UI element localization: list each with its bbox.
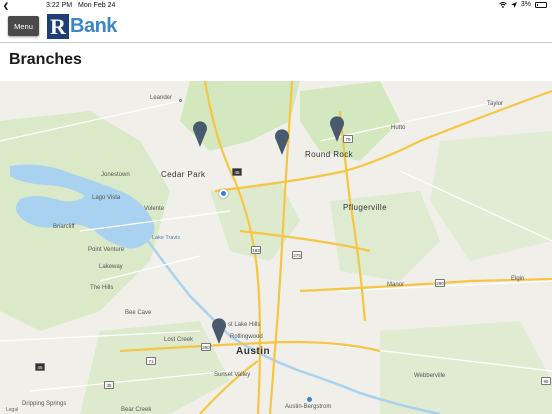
- route-shield-275: 275: [292, 251, 302, 259]
- map-label-leander: Leander: [150, 95, 173, 101]
- branch-pin-austin[interactable]: [211, 318, 227, 344]
- branch-pin-round-rock[interactable]: [329, 116, 345, 142]
- branches-map[interactable]: Leander Taylor Hutto Cedar Park Round Ro…: [0, 81, 552, 414]
- map-label-elgin: Elgin: [511, 276, 525, 282]
- current-location-dot: [219, 189, 228, 198]
- map-label-taylor: Taylor: [487, 101, 504, 107]
- branch-pin-north-austin[interactable]: [274, 129, 290, 155]
- route-shield-71: 71: [146, 357, 156, 365]
- map-label-pflugerville: Pflugerville: [343, 203, 387, 212]
- app-header: Menu R Bank: [0, 12, 552, 43]
- map-label-round-rock: Round Rock: [305, 150, 354, 159]
- status-time: 3:22 PM: [46, 2, 73, 9]
- map-label-bear-creek: Bear Creek: [121, 407, 152, 413]
- route-shield-290-east: 290: [435, 279, 445, 287]
- map-label-lakeway: Lakeway: [99, 264, 123, 270]
- map-label-point-venture: Point Venture: [88, 247, 125, 253]
- map-legal-link[interactable]: Legal: [6, 407, 18, 413]
- map-label-dripping-springs: Dripping Springs: [22, 401, 67, 407]
- map-label-rollingwood: Rollingwood: [230, 334, 263, 340]
- logo-r-mark: R: [47, 14, 69, 39]
- status-date: Mon Feb 24: [78, 2, 116, 9]
- battery-icon: [535, 1, 547, 8]
- wifi-icon: [499, 1, 507, 8]
- battery-percent: 3%: [520, 1, 531, 8]
- map-label-jonestown: Jonestown: [101, 172, 130, 178]
- map-place-dot: [179, 99, 182, 102]
- map-label-briarcliff: Briarcliff: [53, 224, 75, 230]
- map-label-sunset-valley: Sunset Valley: [214, 372, 251, 378]
- map-label-bee-cave: Bee Cave: [125, 310, 152, 316]
- toll-shield-45-south: 45: [35, 363, 45, 371]
- map-label-cedar-park: Cedar Park: [161, 170, 206, 179]
- back-to-app-icon[interactable]: ❮: [3, 2, 9, 10]
- map-label-manor: Manor: [387, 282, 405, 288]
- map-label-lake-travis: Lake Travis: [152, 235, 181, 241]
- map-label-west-lake-hills: st Lake Hills: [228, 322, 261, 328]
- logo-wordmark: Bank: [70, 15, 117, 37]
- map-label-austin: Austin: [236, 346, 271, 357]
- map-label-airport: Austin-Bergstrom: [285, 404, 332, 410]
- map-label-webberville: Webberville: [414, 373, 446, 379]
- route-shield-95: 95: [541, 377, 551, 385]
- status-indicators: 3%: [499, 1, 547, 8]
- route-shield-290-sw: 35: [104, 381, 114, 389]
- rbank-logo: R Bank: [47, 14, 117, 39]
- map-label-the-hills: The Hills: [90, 285, 114, 291]
- location-arrow-icon: [510, 1, 517, 8]
- map-label-lost-creek: Lost Creek: [164, 337, 194, 343]
- status-bar: ❮ 3:22 PM Mon Feb 24 3%: [0, 0, 552, 12]
- map-label-volente: Volente: [144, 206, 165, 212]
- map-label-hutto: Hutto: [391, 125, 406, 131]
- branch-pin-cedar-park[interactable]: [192, 121, 208, 147]
- route-shield-183: 183: [251, 246, 261, 254]
- page-title: Branches: [9, 51, 82, 68]
- menu-button[interactable]: Menu: [8, 16, 39, 36]
- airport-icon: [307, 397, 312, 402]
- toll-shield-45-north: 45: [232, 168, 242, 176]
- route-shield-290-west: 290: [201, 343, 211, 351]
- map-label-lago-vista: Lago Vista: [92, 195, 121, 201]
